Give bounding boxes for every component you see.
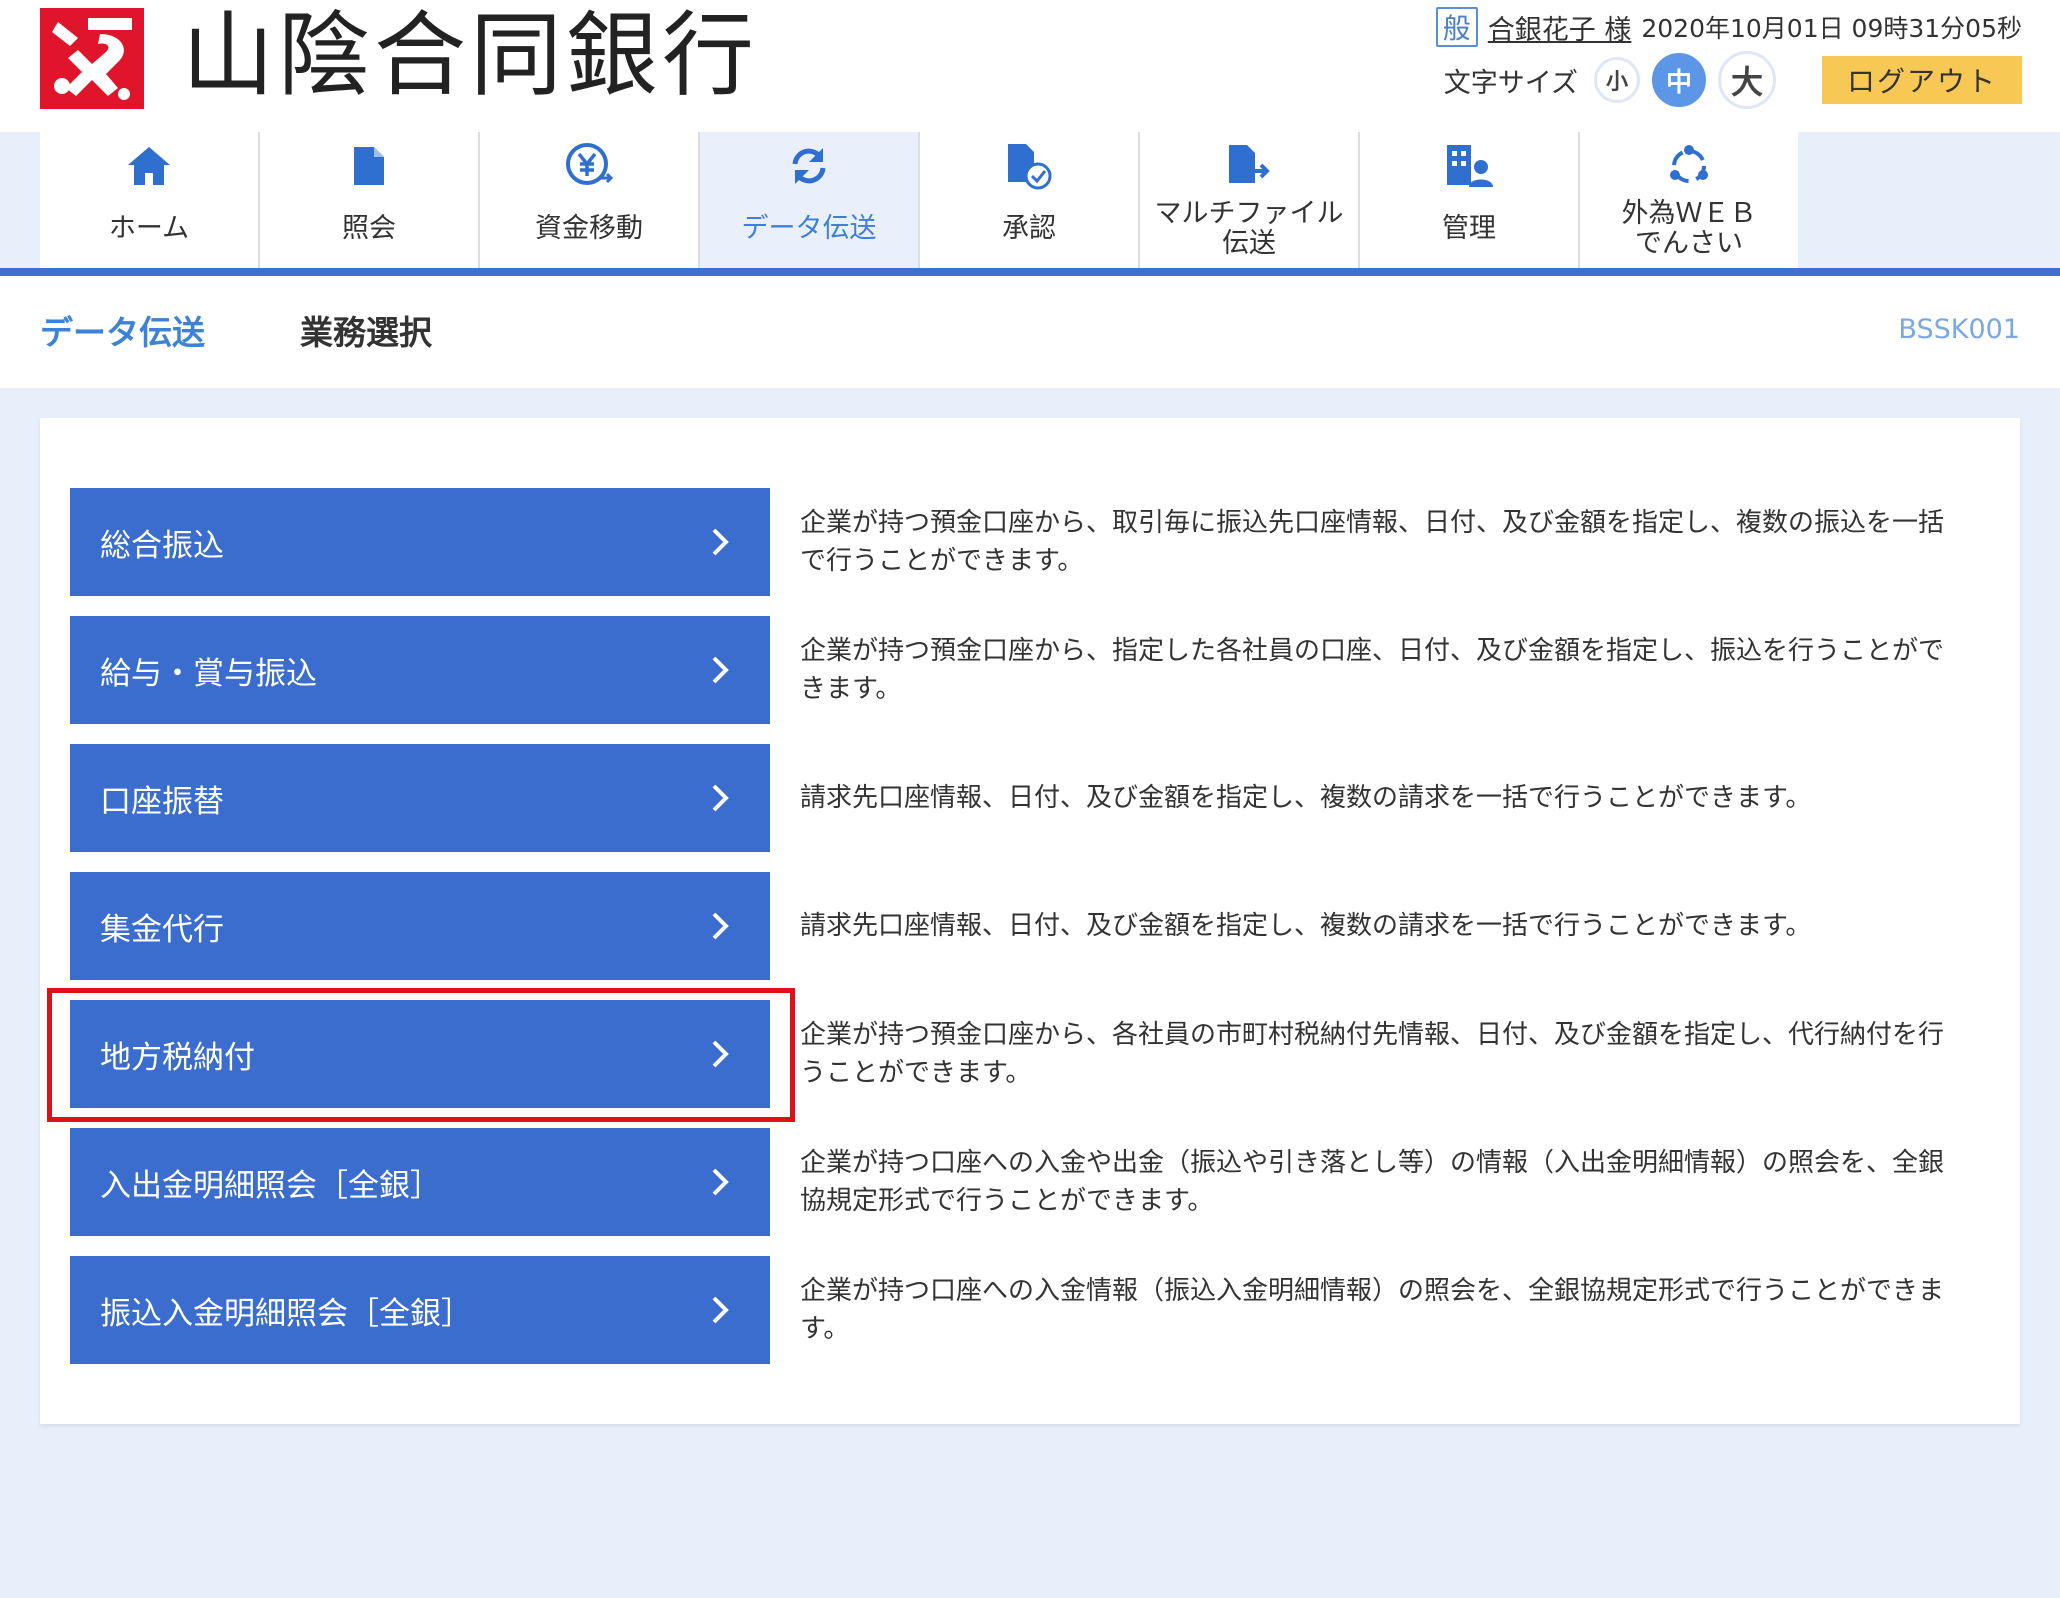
font-size-label: 文字サイズ: [1443, 67, 1578, 99]
header: 山陰合同銀行 般 合銀花子 様 2020年10月01日 09時31分05秒 文字…: [0, 0, 2060, 132]
font-size-small-button[interactable]: 小: [1594, 57, 1640, 103]
menu-description: 企業が持つ預金口座から、各社員の市町村税納付先情報、日付、及び金額を指定し、代行…: [800, 1020, 1945, 1088]
nav-item-approval[interactable]: 承認: [918, 132, 1138, 268]
menu-description: 企業が持つ預金口座から、指定した各社員の口座、日付、及び金額を指定し、振込を行う…: [800, 636, 1945, 704]
nav-item-forex-densai[interactable]: 外為ＷＥＢ でんさい: [1578, 132, 1798, 268]
nav-label: 承認: [1002, 213, 1056, 244]
nav-label: マルチファイル 伝送: [1154, 198, 1344, 259]
page-subtitle: 業務選択: [300, 313, 432, 352]
menu-button-general-transfer[interactable]: 総合振込: [70, 488, 770, 596]
nav-item-home[interactable]: ホーム: [40, 132, 258, 268]
nav-item-data-transmission[interactable]: データ伝送: [698, 132, 918, 268]
menu-button-label: 口座振替: [100, 783, 224, 820]
global-nav: ホーム 照会 資金移動 データ伝送 承認 マルチファイル 伝送 管理 外為ＷＥＢ…: [40, 132, 1798, 268]
user-name-link[interactable]: 合銀花子 様: [1488, 8, 1632, 47]
network-icon: [1663, 140, 1715, 192]
font-size-medium-button[interactable]: 中: [1652, 53, 1706, 107]
page-title: データ伝送: [40, 313, 205, 352]
chevron-right-icon: [712, 784, 729, 812]
font-size-large-button[interactable]: 大: [1718, 51, 1776, 109]
menu-row: 振込入金明細照会［全銀］ 企業が持つ口座への入金情報（振込入金明細情報）の照会を…: [70, 1256, 1990, 1364]
highlight-annotation: [47, 988, 795, 1122]
nav-item-inquiry[interactable]: 照会: [258, 132, 478, 268]
menu-button-label: 集金代行: [100, 911, 224, 948]
page-title-bar: データ伝送 業務選択 BSSK001: [0, 276, 2060, 388]
nav-label: 外為ＷＥＢ でんさい: [1621, 198, 1757, 259]
nav-label: 照会: [342, 213, 396, 244]
menu-description: 請求先口座情報、日付、及び金額を指定し、複数の請求を一括で行うことができます。: [800, 911, 1812, 941]
font-size-controls: 文字サイズ 小 中 大 ログアウト: [1444, 50, 2022, 110]
menu-button-deposit-withdrawal-inquiry[interactable]: 入出金明細照会［全銀］: [70, 1128, 770, 1236]
menu-description: 請求先口座情報、日付、及び金額を指定し、複数の請求を一括で行うことができます。: [800, 783, 1812, 813]
user-type-badge: 般: [1435, 7, 1478, 47]
file-transfer-icon: [1223, 140, 1275, 192]
building-user-icon: [1443, 140, 1495, 192]
chevron-right-icon: [712, 528, 729, 556]
user-info: 般 合銀花子 様 2020年10月01日 09時31分05秒: [1435, 6, 2022, 48]
logout-button[interactable]: ログアウト: [1822, 56, 2022, 104]
nav-item-fund-transfer[interactable]: 資金移動: [478, 132, 698, 268]
nav-item-multi-file[interactable]: マルチファイル 伝送: [1138, 132, 1358, 268]
yen-transfer-icon: [563, 140, 615, 192]
nav-label: 資金移動: [535, 213, 643, 244]
nav-label: データ伝送: [741, 213, 877, 244]
nav-divider: [0, 268, 2060, 276]
menu-description: 企業が持つ口座への入金情報（振込入金明細情報）の照会を、全銀協規定形式で行うこと…: [800, 1276, 1945, 1344]
menu-button-label: 振込入金明細照会［全銀］: [100, 1295, 472, 1332]
chevron-right-icon: [712, 912, 729, 940]
screen-id: BSSK001: [1898, 314, 2020, 345]
menu-row: 集金代行 請求先口座情報、日付、及び金額を指定し、複数の請求を一括で行うことがで…: [70, 872, 1990, 980]
chevron-right-icon: [712, 1296, 729, 1324]
menu-row: 給与・賞与振込 企業が持つ預金口座から、指定した各社員の口座、日付、及び金額を指…: [70, 616, 1990, 724]
menu-row: 総合振込 企業が持つ預金口座から、取引毎に振込先口座情報、日付、及び金額を指定し…: [70, 488, 1990, 596]
bank-logo-icon: [40, 8, 144, 109]
nav-label: 管理: [1442, 213, 1496, 244]
menu-description: 企業が持つ預金口座から、取引毎に振込先口座情報、日付、及び金額を指定し、複数の振…: [800, 508, 1945, 576]
menu-button-account-transfer[interactable]: 口座振替: [70, 744, 770, 852]
menu-button-label: 入出金明細照会［全銀］: [100, 1167, 441, 1204]
chevron-right-icon: [712, 1168, 729, 1196]
menu-row: 入出金明細照会［全銀］ 企業が持つ口座への入金や出金（振込や引き落とし等）の情報…: [70, 1128, 1990, 1236]
bank-name: 山陰合同銀行: [182, 2, 759, 109]
approve-document-icon: [1003, 140, 1055, 192]
menu-panel: 総合振込 企業が持つ預金口座から、取引毎に振込先口座情報、日付、及び金額を指定し…: [40, 418, 2020, 1424]
menu-button-label: 総合振込: [100, 527, 224, 564]
login-datetime: 2020年10月01日 09時31分05秒: [1641, 14, 2022, 43]
menu-row: 口座振替 請求先口座情報、日付、及び金額を指定し、複数の請求を一括で行うことがで…: [70, 744, 1990, 852]
chevron-right-icon: [712, 656, 729, 684]
menu-button-label: 給与・賞与振込: [100, 655, 317, 692]
menu-button-collection-agency[interactable]: 集金代行: [70, 872, 770, 980]
nav-label: ホーム: [108, 213, 190, 244]
refresh-icon: [783, 140, 835, 192]
menu-description: 企業が持つ口座への入金や出金（振込や引き落とし等）の情報（入出金明細情報）の照会…: [800, 1148, 1945, 1216]
home-icon: [123, 140, 175, 192]
menu-button-transfer-deposit-inquiry[interactable]: 振込入金明細照会［全銀］: [70, 1256, 770, 1364]
document-icon: [343, 140, 395, 192]
nav-item-management[interactable]: 管理: [1358, 132, 1578, 268]
menu-button-salary-transfer[interactable]: 給与・賞与振込: [70, 616, 770, 724]
